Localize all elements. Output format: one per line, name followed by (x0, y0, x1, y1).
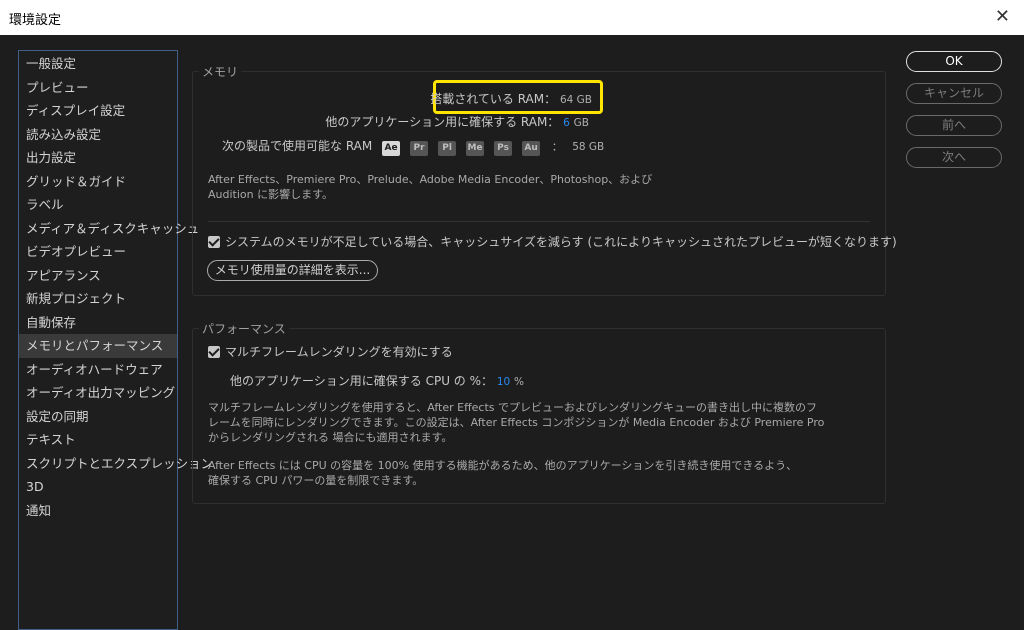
sidebar-item[interactable]: オーディオハードウェア (19, 358, 177, 382)
close-icon[interactable]: ✕ (995, 6, 1010, 27)
sidebar-item[interactable]: グリッド＆ガイド (19, 170, 177, 194)
sidebar-item[interactable]: ディスプレイ設定 (19, 99, 177, 123)
sidebar-item[interactable]: スクリプトとエクスプレッション (19, 452, 213, 476)
performance-group-label: パフォーマンス (199, 320, 289, 337)
sidebar-item[interactable]: オーディオ出力マッピング (19, 381, 177, 405)
title-bar: 環境設定 ✕ (0, 0, 1024, 35)
available-ram-sep: ： (551, 141, 563, 153)
cpu-note-line1: After Effects には CPU の容量を 100% 使用する機能がある… (208, 459, 798, 472)
window-title: 環境設定 (9, 13, 62, 28)
cpu-value[interactable]: 10 (497, 376, 510, 388)
sidebar-item[interactable]: プレビュー (19, 76, 177, 100)
available-ram-row: 次の製品で使用可能な RAM Ae Pr Pl Me Ps Au ： 58 GB (222, 137, 604, 156)
multiframe-note-line2: レームを同時にレンダリングできます。この設定は、After Effects コン… (208, 416, 825, 429)
prev-button[interactable]: 前へ (906, 115, 1002, 136)
reserved-ram-label: 他のアプリケーション用に確保する RAM： (325, 115, 560, 129)
sidebar-item[interactable]: 出力設定 (19, 146, 177, 170)
multiframe-note-line3: からレンダリングされる 場合にも適用されます。 (208, 431, 453, 444)
cancel-button[interactable]: キャンセル (906, 83, 1002, 104)
sidebar-item[interactable]: 設定の同期 (19, 405, 177, 429)
ok-button[interactable]: OK (906, 51, 1002, 72)
sidebar-item[interactable]: ビデオプレビュー (19, 240, 177, 264)
memory-note-line1: After Effects、Premiere Pro、Prelude、Adobe… (208, 173, 653, 186)
reserved-ram-value[interactable]: 6 (563, 117, 570, 129)
reserved-ram-unit: GB (573, 117, 589, 129)
sidebar-item[interactable]: メディア＆ディスクキャッシュ (19, 217, 199, 241)
multiframe-note-line1: マルチフレームレンダリングを使用すると、After Effects でプレビュー… (208, 401, 818, 414)
sidebar-item[interactable]: 一般設定 (19, 52, 177, 76)
memory-details-button[interactable]: メモリ使用量の詳細を表示... (207, 260, 378, 281)
sidebar-item[interactable]: 通知 (19, 499, 177, 523)
app-badge-me-icon[interactable]: Me (466, 141, 485, 156)
app-badge-au-icon[interactable]: Au (522, 141, 541, 156)
sidebar-item[interactable]: 読み込み設定 (19, 123, 177, 147)
multiframe-checkbox-label: マルチフレームレンダリングを有効にする (225, 345, 453, 359)
cpu-unit: % (514, 376, 525, 388)
sidebar-item[interactable]: 自動保存 (19, 311, 177, 335)
app-badge-pl-icon[interactable]: Pl (438, 141, 457, 156)
sidebar-item[interactable]: メモリとパフォーマンス (19, 334, 177, 358)
available-ram-value: 58 GB (572, 141, 605, 153)
sidebar-item[interactable]: テキスト (19, 428, 177, 452)
installed-ram-row: 搭載されている RAM： 64 GB (430, 90, 592, 107)
app-badge-ps-icon[interactable]: Ps (494, 141, 513, 156)
app-badges: Ae Pr Pl Me Ps Au (382, 139, 550, 156)
memory-note-line2: Audition に影響します。 (208, 188, 334, 201)
installed-ram-value: 64 GB (559, 94, 592, 106)
cpu-label: 他のアプリケーション用に確保する CPU の %： (230, 374, 494, 388)
sidebar-item[interactable]: ラベル (19, 193, 177, 217)
next-button[interactable]: 次へ (906, 147, 1002, 168)
app-badge-pr-icon[interactable]: Pr (410, 141, 429, 156)
sidebar: 一般設定 プレビュー ディスプレイ設定 読み込み設定 出力設定 グリッド＆ガイド ラベル メデ… (18, 50, 213, 630)
app-badge-ae-icon[interactable]: Ae (382, 141, 401, 156)
sidebar-item[interactable]: 新規プロジェクト (19, 287, 177, 311)
checkmark-icon[interactable] (208, 236, 220, 248)
cpu-row: 他のアプリケーション用に確保する CPU の %： 10 % (230, 372, 524, 389)
memory-divider (208, 221, 870, 222)
cpu-note-line2: 確保する CPU パワーの量を制限できます。 (208, 474, 424, 487)
available-ram-label: 次の製品で使用可能な RAM (222, 139, 373, 153)
checkmark-icon[interactable] (208, 346, 220, 358)
sidebar-item[interactable]: 3D (19, 475, 177, 499)
cache-checkbox-row[interactable]: システムのメモリが不足している場合、キャッシュサイズを減らす (これによりキャッ… (208, 233, 897, 250)
sidebar-item[interactable]: アピアランス (19, 264, 177, 288)
memory-group-label: メモリ (199, 63, 242, 80)
installed-ram-label: 搭載されている RAM： (430, 92, 557, 106)
cache-checkbox-label: システムのメモリが不足している場合、キャッシュサイズを減らす (これによりキャッ… (225, 235, 897, 249)
multiframe-checkbox-row[interactable]: マルチフレームレンダリングを有効にする (208, 343, 453, 360)
reserved-ram-row: 他のアプリケーション用に確保する RAM： 6 GB (325, 113, 589, 130)
